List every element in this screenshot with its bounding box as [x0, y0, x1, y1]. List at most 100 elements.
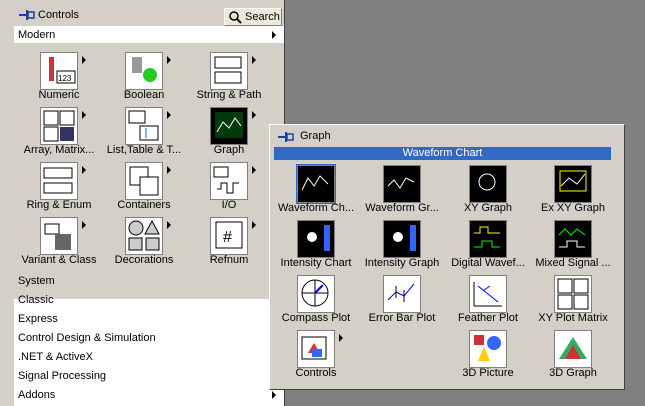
- search-button[interactable]: Search: [224, 8, 282, 26]
- category-dotnet-activex[interactable]: .NET & ActiveX: [18, 348, 280, 366]
- string-path-icon: [210, 52, 256, 90]
- graph-item-mixed-signal[interactable]: Mixed Signal ...: [528, 220, 618, 275]
- intensity-graph-icon: [383, 220, 421, 258]
- modern-item-boolean[interactable]: Boolean: [99, 52, 189, 107]
- controls-title: Controls: [38, 9, 79, 21]
- array-matrix-icon: [40, 107, 86, 145]
- ring-enum-icon: [40, 162, 86, 200]
- item-label: Refnum: [209, 254, 249, 266]
- search-icon: [229, 11, 242, 24]
- modern-item-graph[interactable]: Graph: [184, 107, 274, 162]
- decorations-icon: [125, 217, 171, 255]
- graph-item-compass-plot[interactable]: Compass Plot: [271, 275, 361, 330]
- selected-item-label: Waveform Chart: [274, 147, 611, 160]
- category-modern[interactable]: Modern: [18, 26, 280, 44]
- item-label: Ex XY Graph: [541, 202, 605, 214]
- xy-plot-matrix-icon: [554, 275, 592, 313]
- modern-subpalette: 123 Numeric Boolean String & Path Array,…: [14, 43, 284, 299]
- item-label: Controls: [295, 367, 337, 379]
- modern-item-string-path[interactable]: String & Path: [184, 52, 274, 107]
- graph-item-xy-plot-matrix[interactable]: XY Plot Matrix: [528, 275, 618, 330]
- ex-xy-graph-icon: [554, 165, 592, 203]
- compass-plot-icon: [297, 275, 335, 313]
- category-label: System: [18, 275, 55, 287]
- item-label: I/O: [221, 199, 237, 211]
- graph-item-xy-graph[interactable]: XY Graph: [443, 165, 533, 220]
- item-label: String & Path: [196, 89, 262, 101]
- error-bar-plot-icon: [383, 275, 421, 313]
- modern-item-array-matrix[interactable]: Array, Matrix...: [14, 107, 104, 162]
- pin-icon[interactable]: [278, 131, 294, 143]
- modern-item-ring-enum[interactable]: Ring & Enum: [14, 162, 104, 217]
- graph-item-ex-xy-graph[interactable]: Ex XY Graph: [528, 165, 618, 220]
- category-label: Control Design & Simulation: [18, 332, 156, 344]
- numeric-icon: 123: [40, 52, 86, 90]
- category-label: Modern: [18, 29, 56, 41]
- modern-item-numeric[interactable]: 123 Numeric: [14, 52, 104, 107]
- item-label: Boolean: [123, 89, 165, 101]
- 3d-picture-icon: [469, 330, 507, 368]
- intensity-chart-icon: [297, 220, 335, 258]
- xy-graph-icon: [469, 165, 507, 203]
- category-label: Express: [18, 313, 58, 325]
- list-table-icon: [125, 107, 171, 145]
- variant-class-icon: [40, 217, 86, 255]
- item-label: Decorations: [114, 254, 174, 266]
- category-label: Classic: [18, 294, 54, 306]
- graph-item-intensity-chart[interactable]: Intensity Chart: [271, 220, 361, 275]
- category-label: Addons: [18, 389, 56, 401]
- graph-icon: [210, 107, 256, 145]
- graph-item-controls[interactable]: Controls: [271, 330, 361, 385]
- category-control-design[interactable]: Control Design & Simulation: [18, 329, 280, 347]
- item-label: Feather Plot: [458, 312, 518, 324]
- item-label: 3D Graph: [549, 367, 597, 379]
- category-system[interactable]: System: [18, 272, 280, 290]
- category-classic[interactable]: Classic: [18, 291, 280, 309]
- controls-titlebar: Controls Search: [1, 0, 283, 28]
- search-label: Search: [245, 11, 280, 23]
- graph-title: Graph: [300, 130, 331, 142]
- category-label: .NET & ActiveX: [18, 351, 93, 363]
- item-label: Numeric: [38, 89, 80, 101]
- graph-item-error-bar-plot[interactable]: Error Bar Plot: [357, 275, 447, 330]
- item-label: Waveform Ch...: [278, 202, 354, 214]
- item-label: Digital Wavef...: [451, 257, 525, 269]
- category-express[interactable]: Express: [18, 310, 280, 328]
- svg-text:#: #: [223, 229, 232, 246]
- feather-plot-icon: [469, 275, 507, 313]
- graph-item-intensity-graph[interactable]: Intensity Graph: [357, 220, 447, 275]
- refnum-icon: #: [210, 217, 256, 255]
- chevron-right-icon: [272, 391, 276, 399]
- modern-item-list-table[interactable]: List,Table & T...: [99, 107, 189, 162]
- chevron-right-icon: [272, 31, 276, 39]
- graph-item-3d-picture[interactable]: 3D Picture: [443, 330, 533, 385]
- item-label: Array, Matrix...: [23, 144, 95, 156]
- item-label: XY Plot Matrix: [538, 312, 608, 324]
- item-label: 3D Picture: [462, 367, 514, 379]
- item-label: XY Graph: [463, 202, 513, 214]
- item-label: Containers: [117, 199, 171, 211]
- modern-item-refnum[interactable]: # Refnum: [184, 217, 274, 272]
- digital-waveform-icon: [469, 220, 507, 258]
- graph-subpalette: Graph Waveform Chart Waveform Ch... Wave…: [269, 124, 625, 390]
- item-label: List,Table & T...: [106, 144, 182, 156]
- item-label: Intensity Chart: [280, 257, 352, 269]
- graph-item-waveform-chart[interactable]: Waveform Ch...: [271, 164, 361, 220]
- item-label: Ring & Enum: [26, 199, 92, 211]
- graph-item-3d-graph[interactable]: 3D Graph: [528, 330, 618, 385]
- modern-item-io[interactable]: I/O: [184, 162, 274, 217]
- category-signal-processing[interactable]: Signal Processing: [18, 367, 280, 385]
- io-icon: [210, 162, 256, 200]
- graph-item-waveform-graph[interactable]: Waveform Gr...: [357, 165, 447, 220]
- modern-item-variant-class[interactable]: Variant & Class: [14, 217, 104, 272]
- item-label: Graph: [213, 144, 245, 156]
- modern-item-containers[interactable]: Containers: [99, 162, 189, 217]
- category-addons[interactable]: Addons: [18, 386, 280, 404]
- graph-item-digital-waveform[interactable]: Digital Wavef...: [443, 220, 533, 275]
- svg-text:123: 123: [58, 74, 72, 83]
- graph-item-feather-plot[interactable]: Feather Plot: [443, 275, 533, 330]
- pin-icon[interactable]: [19, 9, 35, 21]
- modern-item-decorations[interactable]: Decorations: [99, 217, 189, 272]
- palette-list: Modern 123 Numeric Boolean String & Path…: [14, 26, 284, 406]
- item-label: Error Bar Plot: [368, 312, 436, 324]
